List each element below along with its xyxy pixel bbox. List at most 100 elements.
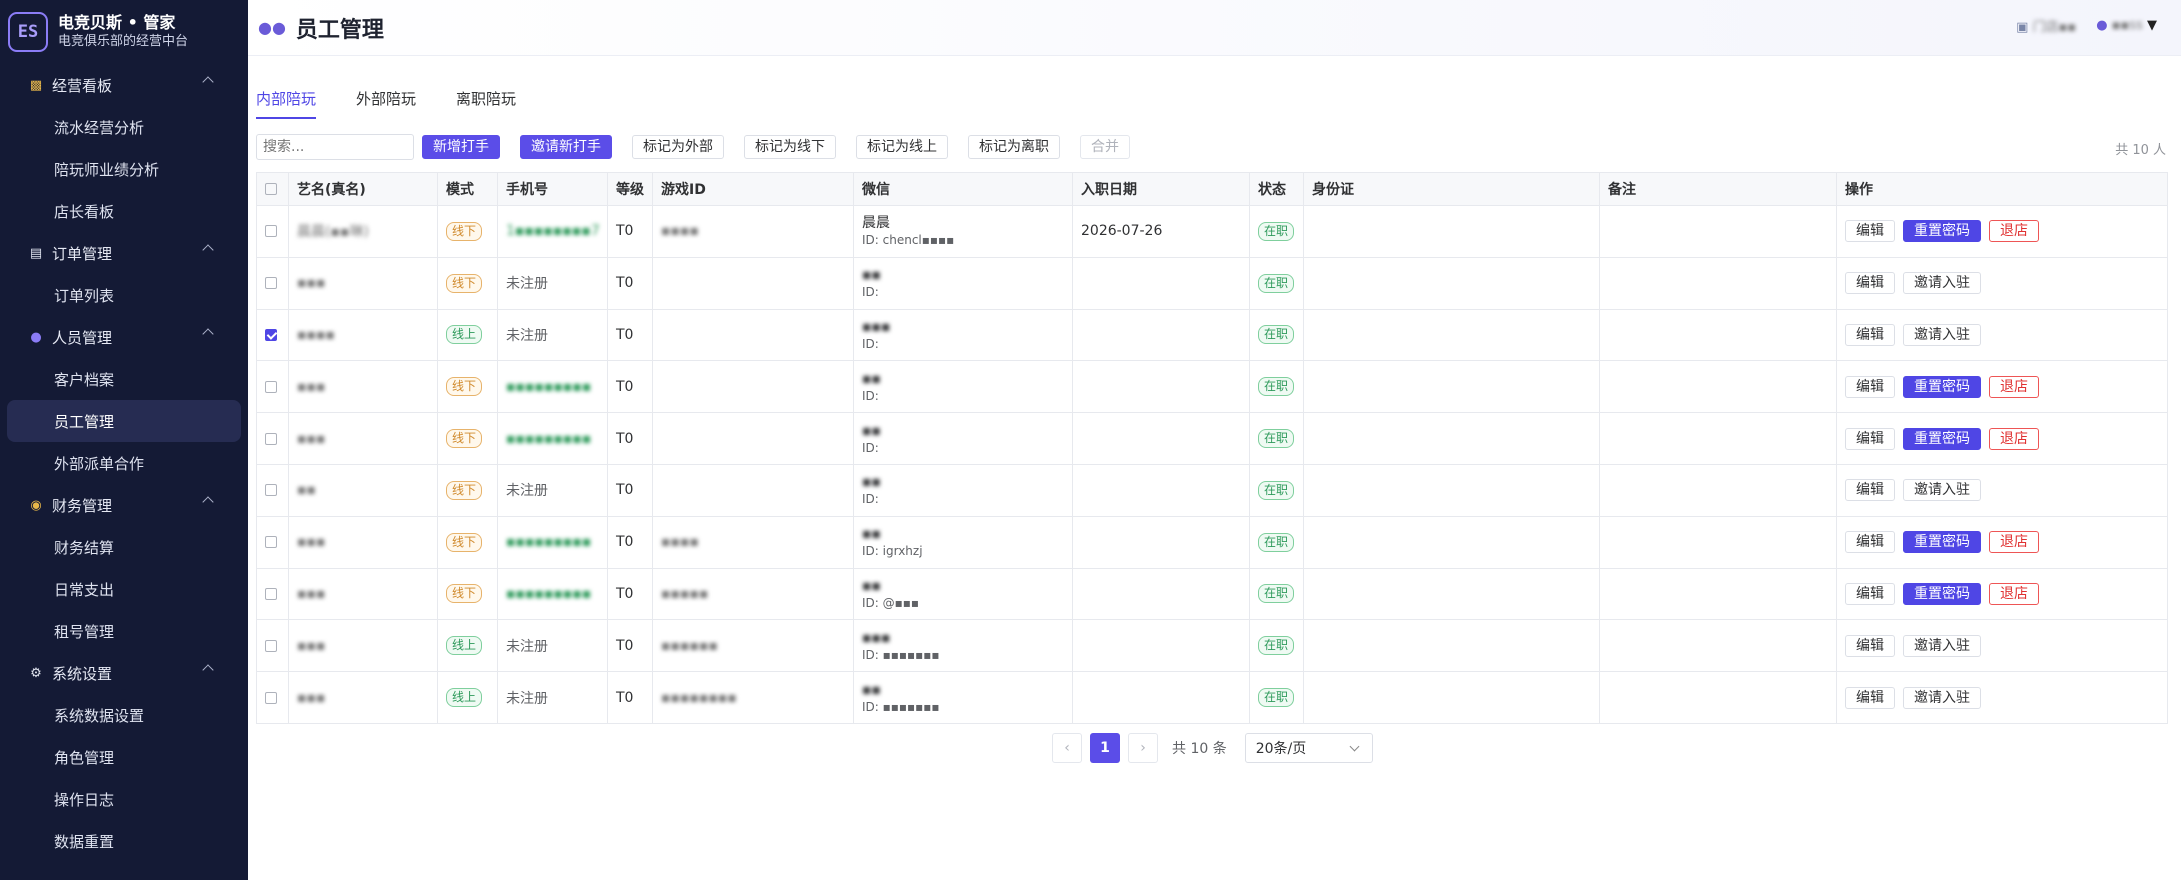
toolbar: 新增打手 邀请新打手 标记为外部 标记为线下 标记为线上 标记为离职 合并 共 … xyxy=(256,133,2166,161)
join-date-cell xyxy=(1072,360,1250,414)
sidebar-item[interactable]: 店长看板 xyxy=(7,190,241,232)
mode-cell: 线下 xyxy=(437,463,498,517)
edit-button[interactable]: 编辑 xyxy=(1845,375,1895,398)
sidebar-item[interactable]: 流水经营分析 xyxy=(7,106,241,148)
next-page-button[interactable]: › xyxy=(1128,733,1158,763)
invite-join-button[interactable]: 邀请入驻 xyxy=(1903,479,1981,502)
phone-cell: ▪▪▪▪▪▪▪▪▪ xyxy=(497,412,608,465)
mark-resigned-button[interactable]: 标记为离职 xyxy=(968,135,1060,159)
edit-button[interactable]: 编辑 xyxy=(1845,479,1895,502)
wechat-cell: 晨晨 ID: chencl▪▪▪▪ xyxy=(853,205,1073,258)
mark-online-button[interactable]: 标记为线上 xyxy=(856,135,948,159)
chevron-up-icon xyxy=(202,496,214,508)
tab-resigned[interactable]: 离职陪玩 xyxy=(456,88,516,119)
reset-password-button[interactable]: 重置密码 xyxy=(1903,531,1981,554)
sidebar-item[interactable]: 员工管理 xyxy=(7,400,241,442)
staff-name: ▪▪▪ xyxy=(297,637,326,654)
edit-button[interactable]: 编辑 xyxy=(1845,323,1895,346)
page-number[interactable]: 1 xyxy=(1090,733,1120,763)
nav-group[interactable]: ◉ 财务管理 xyxy=(0,484,248,526)
row-checkbox[interactable] xyxy=(265,639,277,652)
reset-password-button[interactable]: 重置密码 xyxy=(1903,375,1981,398)
row-checkbox[interactable] xyxy=(265,328,277,341)
nav-group[interactable]: ⚙ 系统设置 xyxy=(0,652,248,694)
idcard-cell xyxy=(1303,360,1600,414)
sidebar-item[interactable]: 订单列表 xyxy=(7,274,241,316)
nav-group[interactable]: ▩ 经营看板 xyxy=(0,64,248,106)
prev-page-button[interactable]: ‹ xyxy=(1052,733,1082,763)
reset-password-button[interactable]: 重置密码 xyxy=(1903,220,1981,243)
leave-store-button[interactable]: 退店 xyxy=(1989,427,2039,450)
select-all-checkbox[interactable] xyxy=(265,183,277,195)
invite-join-button[interactable]: 邀请入驻 xyxy=(1903,686,1981,709)
nav-group[interactable]: ● 人员管理 xyxy=(0,316,248,358)
status-cell: 在职 xyxy=(1249,671,1304,724)
page-size-select[interactable]: 20条/页 xyxy=(1244,733,1373,763)
level-cell: T0 xyxy=(607,567,653,621)
leave-store-button[interactable]: 退店 xyxy=(1989,582,2039,605)
edit-button[interactable]: 编辑 xyxy=(1845,531,1895,554)
mark-offline-button[interactable]: 标记为线下 xyxy=(744,135,836,159)
col-header: 艺名(真名) xyxy=(288,172,438,206)
row-checkbox[interactable] xyxy=(265,587,277,600)
sidebar-item[interactable]: 操作日志 xyxy=(7,778,241,820)
tab-internal[interactable]: 内部陪玩 xyxy=(256,88,317,119)
reset-password-button[interactable]: 重置密码 xyxy=(1903,427,1981,450)
row-checkbox[interactable] xyxy=(265,432,277,445)
join-date-cell xyxy=(1072,671,1250,724)
sidebar-item[interactable]: 陪玩师业绩分析 xyxy=(7,148,241,190)
idcard-cell xyxy=(1303,256,1600,310)
merge-button[interactable]: 合并 xyxy=(1080,135,1130,159)
row-checkbox[interactable] xyxy=(265,484,277,497)
user-menu[interactable]: ● ▪▪ss ▼ xyxy=(2096,18,2157,33)
sidebar-item[interactable]: 租号管理 xyxy=(7,610,241,652)
leave-store-button[interactable]: 退店 xyxy=(1989,531,2039,554)
row-checkbox[interactable] xyxy=(265,536,277,549)
store-switcher[interactable]: ▣ 门店▪▪ xyxy=(2016,16,2076,35)
edit-button[interactable]: 编辑 xyxy=(1845,427,1895,450)
sidebar-item[interactable]: 角色管理 xyxy=(7,736,241,778)
game-id-cell xyxy=(652,308,854,362)
row-select-cell xyxy=(256,515,289,569)
invite-join-button[interactable]: 邀请入驻 xyxy=(1903,323,1981,346)
edit-button[interactable]: 编辑 xyxy=(1845,634,1895,657)
leave-store-button[interactable]: 退店 xyxy=(1989,220,2039,243)
edit-button[interactable]: 编辑 xyxy=(1845,582,1895,605)
invite-join-button[interactable]: 邀请入驻 xyxy=(1903,634,1981,657)
mark-external-button[interactable]: 标记为外部 xyxy=(632,135,724,159)
tab-bar: 内部陪玩 外部陪玩 离职陪玩 xyxy=(256,88,516,119)
phone-number: 未注册 xyxy=(506,327,548,344)
level-value: T0 xyxy=(616,430,634,447)
phone-number: 1▪▪▪▪▪▪▪▪7 xyxy=(506,223,600,240)
sidebar-item[interactable]: 系统数据设置 xyxy=(7,694,241,736)
reset-password-button[interactable]: 重置密码 xyxy=(1903,582,1981,605)
join-date-cell: 2026-07-26 xyxy=(1072,205,1250,258)
row-checkbox[interactable] xyxy=(265,380,277,393)
row-checkbox[interactable] xyxy=(265,225,277,238)
app-logo: ES xyxy=(8,12,48,52)
sidebar-item[interactable]: 数据重置 xyxy=(7,820,241,862)
search-input[interactable] xyxy=(256,134,414,160)
edit-button[interactable]: 编辑 xyxy=(1845,272,1895,295)
leave-store-button[interactable]: 退店 xyxy=(1989,375,2039,398)
edit-button[interactable]: 编辑 xyxy=(1845,686,1895,709)
sidebar-item[interactable]: 客户档案 xyxy=(7,358,241,400)
edit-button[interactable]: 编辑 xyxy=(1845,220,1895,243)
row-select-cell xyxy=(256,671,289,724)
table-header: 艺名(真名) 模式 手机号 等级 游戏ID 微信 入职日期 状态 身份证 备注 … xyxy=(256,172,2168,206)
sidebar-item[interactable]: 日常支出 xyxy=(7,568,241,610)
sidebar-item[interactable]: 外部派单合作 xyxy=(7,442,241,484)
invite-join-button[interactable]: 邀请入驻 xyxy=(1903,272,1981,295)
row-select-cell xyxy=(256,256,289,310)
sidebar-item[interactable]: 财务结算 xyxy=(7,526,241,568)
add-player-button[interactable]: 新增打手 xyxy=(422,135,500,159)
mode-cell: 线下 xyxy=(437,256,498,310)
join-date-cell xyxy=(1072,567,1250,621)
game-id-cell xyxy=(652,256,854,310)
people-icon: ●● xyxy=(258,18,286,37)
invite-player-button[interactable]: 邀请新打手 xyxy=(520,135,612,159)
row-checkbox[interactable] xyxy=(265,691,277,704)
tab-external[interactable]: 外部陪玩 xyxy=(356,88,416,119)
row-checkbox[interactable] xyxy=(265,277,277,290)
nav-group[interactable]: ▤ 订单管理 xyxy=(0,232,248,274)
